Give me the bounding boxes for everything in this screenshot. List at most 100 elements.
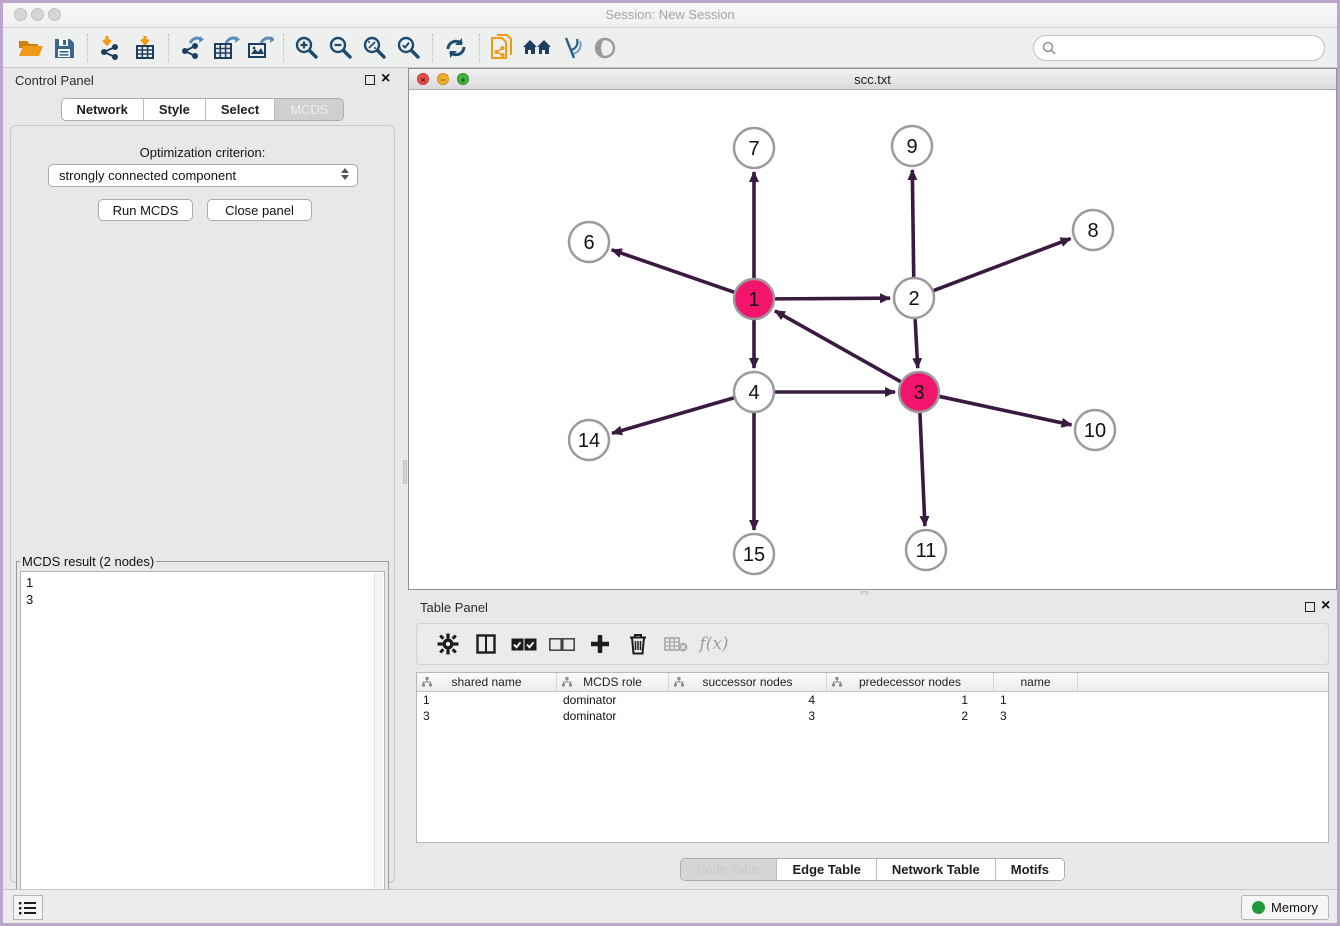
close-panel-button[interactable]: Close panel xyxy=(207,199,312,221)
mcds-panel: Optimization criterion: strongly connect… xyxy=(10,125,395,883)
window-title: Session: New Session xyxy=(3,7,1337,22)
edge-2-3[interactable] xyxy=(915,319,918,368)
save-icon[interactable] xyxy=(47,33,81,63)
graph-node-1[interactable]: 1 xyxy=(734,279,774,319)
add-column-icon[interactable] xyxy=(581,628,619,660)
graph-node-15[interactable]: 15 xyxy=(734,534,774,574)
column-header-name[interactable]: name xyxy=(994,673,1078,691)
function-builder-icon-disabled: f(x) xyxy=(695,628,733,660)
cell-name[interactable]: 1 xyxy=(994,692,1078,708)
edge-2-8[interactable] xyxy=(934,239,1071,291)
split-handle[interactable] xyxy=(403,460,407,484)
edge-3-1[interactable] xyxy=(775,311,901,382)
cell-predecessor-nodes[interactable]: 2 xyxy=(827,708,994,724)
network-frame-title: scc.txt xyxy=(409,72,1336,87)
graph-node-10[interactable]: 10 xyxy=(1075,410,1115,450)
tab-motifs[interactable]: Motifs xyxy=(996,859,1064,880)
result-item[interactable]: 3 xyxy=(26,591,384,608)
zoom-in-icon[interactable] xyxy=(290,33,324,63)
toolbar-separator xyxy=(87,34,88,62)
task-history-button[interactable] xyxy=(13,895,43,920)
optimization-dropdown[interactable]: strongly connected component xyxy=(48,164,358,187)
close-panel-icon[interactable]: × xyxy=(381,70,390,88)
graph-node-7[interactable]: 7 xyxy=(734,128,774,168)
home-view-icon[interactable] xyxy=(520,33,554,63)
search-input[interactable] xyxy=(1057,38,1324,58)
table-row[interactable]: 1dominator411 xyxy=(417,692,1328,708)
column-header-shared-name[interactable]: shared name xyxy=(417,673,557,691)
mcds-result-list[interactable]: 13 xyxy=(20,571,385,923)
cell-MCDS-role[interactable]: dominator xyxy=(557,708,669,724)
column-header-MCDS-role[interactable]: MCDS role xyxy=(557,673,669,691)
float-panel-icon[interactable] xyxy=(1305,602,1315,612)
gear-icon[interactable] xyxy=(429,628,467,660)
run-mcds-button[interactable]: Run MCDS xyxy=(98,199,193,221)
search-box xyxy=(1033,35,1325,61)
tab-select[interactable]: Select xyxy=(206,99,275,120)
edge-3-11[interactable] xyxy=(920,413,925,526)
select-all-checks-icon[interactable] xyxy=(505,628,543,660)
tab-mcds[interactable]: MCDS xyxy=(275,99,343,120)
hide-style-eye-icon[interactable] xyxy=(554,33,588,63)
graph-node-9[interactable]: 9 xyxy=(892,126,932,166)
tab-node-table[interactable]: Node Table xyxy=(681,859,778,880)
table-row[interactable]: 3dominator323 xyxy=(417,708,1328,724)
clear-checks-icon[interactable] xyxy=(543,628,581,660)
cell-MCDS-role[interactable]: dominator xyxy=(557,692,669,708)
edge-4-14[interactable] xyxy=(612,398,734,433)
cell-predecessor-nodes[interactable]: 1 xyxy=(827,692,994,708)
show-eye-icon[interactable] xyxy=(588,33,622,63)
graph-node-8[interactable]: 8 xyxy=(1073,210,1113,250)
column-header-predecessor-nodes[interactable]: predecessor nodes xyxy=(827,673,994,691)
export-network-icon[interactable] xyxy=(175,33,209,63)
toolbar-separator xyxy=(283,34,284,62)
graph-node-11[interactable]: 11 xyxy=(906,530,946,570)
cell-shared-name[interactable]: 3 xyxy=(417,708,557,724)
zoom-out-icon[interactable] xyxy=(324,33,358,63)
graph-node-14[interactable]: 14 xyxy=(569,420,609,460)
table-body: 1dominator4113dominator323 xyxy=(417,692,1328,724)
graph-node-4[interactable]: 4 xyxy=(734,372,774,412)
search-icon xyxy=(1042,41,1057,56)
cell-successor-nodes[interactable]: 3 xyxy=(669,708,827,724)
edge-1-6[interactable] xyxy=(612,250,734,292)
memory-button[interactable]: Memory xyxy=(1241,895,1329,920)
edge-3-10[interactable] xyxy=(940,396,1072,425)
edge-1-2[interactable] xyxy=(775,298,890,299)
result-item[interactable]: 1 xyxy=(26,574,384,591)
column-pane-icon[interactable] xyxy=(467,628,505,660)
zoom-selected-icon[interactable] xyxy=(392,33,426,63)
svg-text:9: 9 xyxy=(906,136,917,158)
tab-edge-table[interactable]: Edge Table xyxy=(777,859,876,880)
close-panel-icon[interactable]: × xyxy=(1321,597,1330,615)
graph-node-3[interactable]: 3 xyxy=(899,372,939,412)
column-header-successor-nodes[interactable]: successor nodes xyxy=(669,673,827,691)
clone-network-icon[interactable] xyxy=(486,33,520,63)
cell-name[interactable]: 3 xyxy=(994,708,1078,724)
import-table-icon[interactable] xyxy=(128,33,162,63)
node-table[interactable]: shared nameMCDS rolesuccessor nodesprede… xyxy=(416,672,1329,843)
edge-2-9[interactable] xyxy=(912,170,913,277)
open-folder-icon[interactable] xyxy=(13,33,47,63)
delete-column-icon[interactable] xyxy=(619,628,657,660)
export-image-icon[interactable] xyxy=(243,33,277,63)
import-network-icon[interactable] xyxy=(94,33,128,63)
result-scrollbar[interactable] xyxy=(374,573,383,923)
graph-node-2[interactable]: 2 xyxy=(894,278,934,318)
cell-shared-name[interactable]: 1 xyxy=(417,692,557,708)
refresh-layout-icon[interactable] xyxy=(439,33,473,63)
graph-node-6[interactable]: 6 xyxy=(569,222,609,262)
cell-successor-nodes[interactable]: 4 xyxy=(669,692,827,708)
network-graph[interactable]: 7 9 6 8 1 2 4 3 14 10 15 11 xyxy=(409,90,1336,589)
table-tabs: Node TableEdge TableNetwork TableMotifs xyxy=(680,858,1065,881)
network-canvas[interactable]: 7 9 6 8 1 2 4 3 14 10 15 11 xyxy=(409,90,1336,589)
float-panel-icon[interactable] xyxy=(365,75,375,85)
zoom-fit-icon[interactable] xyxy=(358,33,392,63)
main-titlebar: Session: New Session xyxy=(3,3,1337,28)
toolbar-separator xyxy=(168,34,169,62)
tab-style[interactable]: Style xyxy=(144,99,206,120)
tab-network-table[interactable]: Network Table xyxy=(877,859,996,880)
application-window: Session: New Session xyxy=(0,0,1340,926)
export-table-icon[interactable] xyxy=(209,33,243,63)
tab-network[interactable]: Network xyxy=(62,99,144,120)
